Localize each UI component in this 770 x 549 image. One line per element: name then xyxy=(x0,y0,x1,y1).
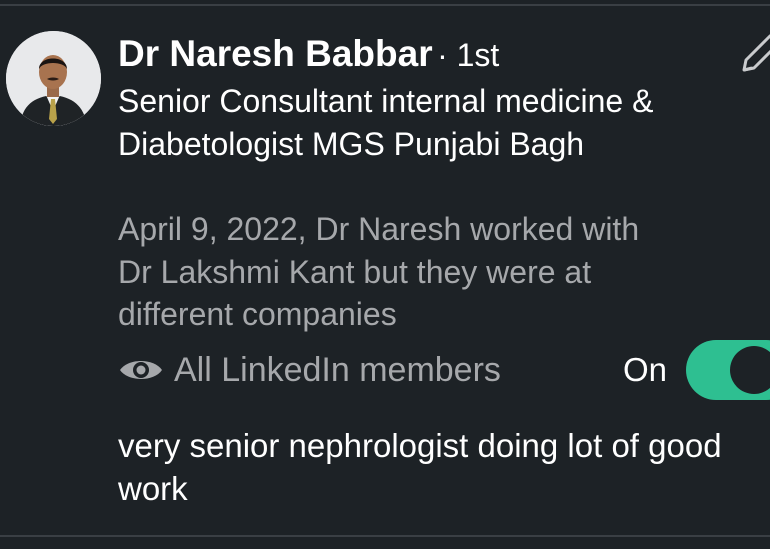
eye-icon xyxy=(120,361,162,379)
connection-headline: Senior Consultant internal medicine & Di… xyxy=(118,83,654,162)
connection-context: April 9, 2022, Dr Naresh worked with Dr … xyxy=(118,211,640,332)
visibility-toggle[interactable] xyxy=(686,340,770,400)
top-divider xyxy=(0,4,770,6)
note-text: very senior nephrologist doing lot of go… xyxy=(118,427,722,507)
profile-photo xyxy=(6,31,101,126)
name-line: Dr Naresh Babbar · 1st xyxy=(118,34,499,82)
connection-name[interactable]: Dr Naresh Babbar xyxy=(118,33,433,74)
pencil-icon[interactable] xyxy=(738,30,770,76)
visibility-label: All LinkedIn members xyxy=(174,350,501,389)
toggle-knob[interactable] xyxy=(730,346,770,394)
toggle-label: On xyxy=(623,351,668,388)
bottom-divider xyxy=(0,535,770,537)
visibility-selector[interactable]: All LinkedIn members xyxy=(118,345,501,395)
connection-degree: · 1st xyxy=(437,37,500,73)
avatar[interactable] xyxy=(6,31,101,126)
